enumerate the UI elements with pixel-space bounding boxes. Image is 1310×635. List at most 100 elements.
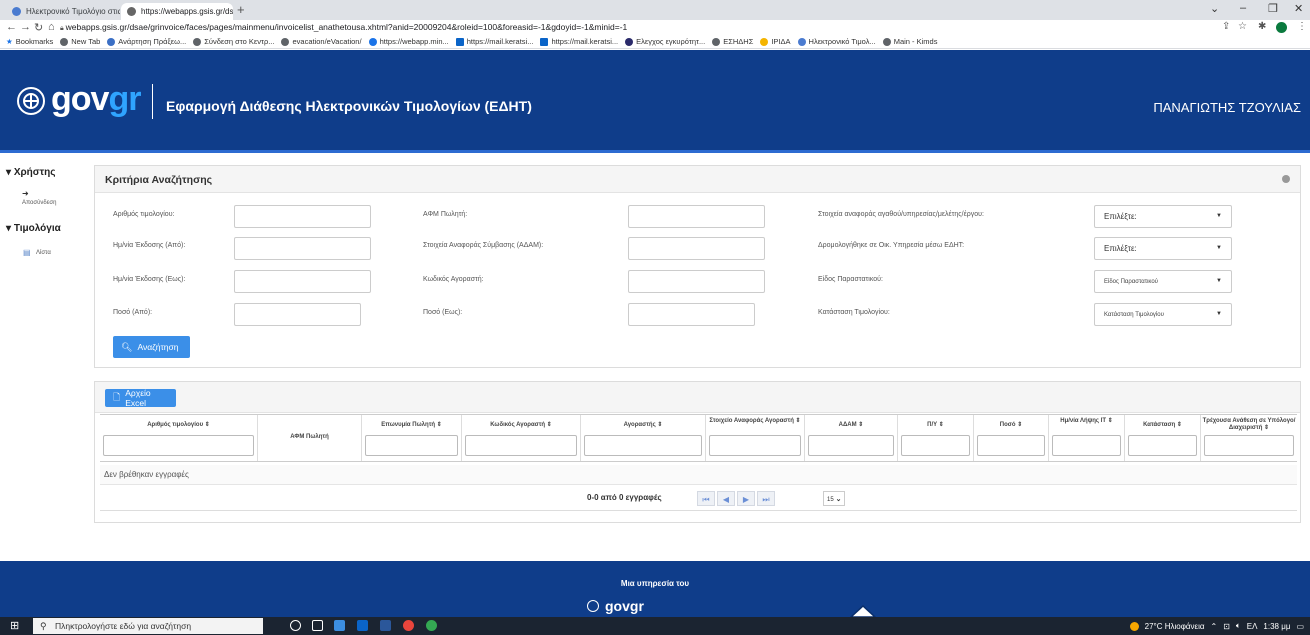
buyer-code-input[interactable] [628, 270, 765, 293]
url-input[interactable]: 🔒︎ webapps.gsis.gr/dsae/grinvoice/faces/… [60, 21, 920, 34]
col-seller-name[interactable]: Επωνυμία Πωλητή ⇕ [362, 415, 462, 461]
tab-webapps[interactable]: https://webapps.gsis.gr/dsae/gri ✕ [121, 3, 233, 20]
col-invoice-no[interactable]: Αριθμός τιμολογίου ⇕ [100, 415, 258, 461]
chrome-icon[interactable] [426, 620, 437, 631]
forward-icon[interactable]: → [20, 21, 31, 33]
amount-to-label: Ποσό (Εως): [423, 309, 463, 316]
weather-text[interactable]: 27°C Ηλιοφάνεια [1145, 622, 1205, 631]
window-close-button[interactable]: ✕ [1294, 2, 1303, 15]
bookmark-item[interactable]: https://mail.keratsi... [540, 37, 618, 46]
taskbar-search-input[interactable]: ⚲ Πληκτρολογήστε εδώ για αναζήτηση [33, 618, 263, 634]
filter-input[interactable] [584, 435, 702, 456]
share-icon[interactable]: ⇪ [1222, 21, 1230, 32]
filter-input[interactable] [808, 435, 894, 456]
bookmark-item[interactable]: https://webapp.min... [368, 37, 449, 46]
seller-afm-input[interactable] [628, 205, 765, 228]
menu-icon[interactable]: ⋮ [1297, 21, 1307, 32]
invoice-no-input[interactable] [234, 205, 371, 228]
bookmark-item[interactable]: Ηλεκτρονικό Τιμολ... [797, 37, 876, 46]
clock[interactable]: 1:38 μμ [1263, 622, 1290, 631]
back-icon[interactable]: ← [6, 21, 17, 33]
amount-to-input[interactable] [628, 303, 755, 326]
contract-ref-input[interactable] [628, 237, 765, 260]
notifications-icon[interactable]: ▭ [1296, 622, 1304, 631]
amount-from-input[interactable] [234, 303, 361, 326]
status-select[interactable]: Κατάσταση Τιμολογίου ▼ [1094, 303, 1232, 326]
sidebar-item-logout[interactable]: Αποσύνδεση [22, 200, 56, 206]
col-buyer-code[interactable]: Κωδικός Αγοραστή ⇕ [462, 415, 581, 461]
bookmark-item[interactable]: evacation/eVacation/ [281, 37, 362, 46]
windows-start-icon[interactable]: ⊞ [10, 619, 19, 632]
issue-to-input[interactable] [234, 270, 371, 293]
filter-input[interactable] [1204, 435, 1294, 456]
col-amount[interactable]: Ποσό ⇕ [974, 415, 1049, 461]
chevron-up-icon[interactable]: ⌃ [1211, 622, 1218, 631]
issue-from-input[interactable] [234, 237, 371, 260]
bookmark-item[interactable]: Main - Kimds [882, 37, 937, 46]
col-assignment[interactable]: Τρέχουσα Ανάθεση σε Υπόλογο/Διαχειριστή … [1201, 415, 1297, 461]
bookmark-item[interactable]: https://mail.keratsi... [455, 37, 533, 46]
task-view-icon[interactable] [312, 620, 323, 631]
doc-type-select[interactable]: Είδος Παραστατικού ▼ [1094, 270, 1232, 293]
col-adam[interactable]: ΑΔΑΜ ⇕ [805, 415, 898, 461]
filter-input[interactable] [1128, 435, 1197, 456]
excel-export-button[interactable]: 🗋 Αρχείο Excel [105, 388, 176, 408]
issue-from-label: Ημ/νία Έκδοσης (Από): [113, 242, 186, 249]
minimize-button[interactable]: – [1240, 2, 1246, 14]
word-icon[interactable] [380, 620, 391, 631]
bookmark-label: ΙΡΙΔΑ [771, 37, 791, 46]
col-buyer[interactable]: Αγοραστής ⇕ [581, 415, 706, 461]
first-page-button[interactable]: ⏮ [697, 491, 715, 506]
cortana-icon[interactable] [290, 620, 301, 631]
new-tab-button[interactable]: + [237, 2, 245, 17]
star-icon[interactable]: ☆ [1238, 21, 1247, 32]
bookmark-item[interactable]: Ανάρτηση Πράξεω... [107, 37, 186, 46]
network-icon[interactable]: ⊡ [1223, 622, 1230, 631]
chevron-down-icon[interactable]: ⌄ [1210, 2, 1219, 15]
filter-input[interactable] [365, 435, 458, 456]
col-budget[interactable]: Π/Υ ⇕ [898, 415, 974, 461]
footer-govgr-logo[interactable]: govgr [605, 598, 644, 614]
last-page-button[interactable]: ⏭ [757, 491, 775, 506]
bookmark-item[interactable]: ★ Bookmarks [6, 37, 53, 46]
reload-icon[interactable]: ↻ [34, 21, 43, 34]
app-title: Εφαρμογή Διάθεσης Ηλεκτρονικών Τιμολογίω… [166, 98, 532, 114]
extensions-icon[interactable]: ✱ [1258, 21, 1266, 32]
filter-input[interactable] [709, 435, 801, 456]
sidebar-section-user[interactable]: ▾ Χρήστης [6, 167, 55, 178]
col-buyer-ref[interactable]: Στοιχείο Αναφοράς Αγοραστή ⇕ [706, 415, 805, 461]
filter-input[interactable] [977, 435, 1045, 456]
chrome-icon[interactable] [403, 620, 414, 631]
volume-icon[interactable]: 🔈︎ [1236, 621, 1241, 631]
tab-einvoice[interactable]: Ηλεκτρονικό Τιμολόγιο στις Δημ ✕ [6, 3, 120, 20]
bookmark-item[interactable]: Σύνδεση στο Κεντρ... [193, 37, 274, 46]
item-ref-select[interactable]: Επιλέξτε: ▼ [1094, 205, 1232, 228]
sidebar-item-list[interactable]: Λίστα [36, 250, 51, 256]
gov-emblem-icon [17, 87, 45, 115]
bookmark-item[interactable]: ΙΡΙΔΑ [760, 37, 791, 46]
file-explorer-icon[interactable] [334, 620, 345, 631]
sidebar-section-invoices[interactable]: ▾ Τιμολόγια [6, 223, 61, 234]
bookmark-item[interactable]: Ελεγχος εγκυρότητ... [625, 37, 705, 46]
filter-input[interactable] [1052, 435, 1121, 456]
rows-per-page-select[interactable]: 15 ⌄ [823, 491, 845, 506]
filter-input[interactable] [103, 435, 254, 456]
collapse-icon[interactable] [1282, 175, 1290, 183]
col-status[interactable]: Κατάσταση ⇕ [1125, 415, 1201, 461]
col-receipt-date[interactable]: Ημ/νία Λήψης ΙΤ ⇕ [1049, 415, 1125, 461]
next-page-button[interactable]: ▶ [737, 491, 755, 506]
language-indicator[interactable]: ΕΛ [1247, 622, 1258, 631]
profile-avatar[interactable] [1276, 22, 1287, 33]
globe-icon [712, 37, 721, 46]
outlook-icon[interactable] [357, 620, 368, 631]
govgr-logo[interactable]: govgr [51, 80, 141, 119]
search-button[interactable]: 🔍︎ Αναζήτηση [113, 336, 190, 358]
prev-page-button[interactable]: ◀ [717, 491, 735, 506]
bookmark-item[interactable]: ΕΣΗΔΗΣ [712, 37, 753, 46]
filter-input[interactable] [901, 435, 970, 456]
restore-button[interactable]: ❐ [1268, 2, 1278, 15]
filter-input[interactable] [465, 435, 577, 456]
bookmark-item[interactable]: New Tab [60, 37, 100, 46]
routed-select[interactable]: Επιλέξτε: ▼ [1094, 237, 1232, 260]
home-icon[interactable]: ⌂ [48, 21, 55, 33]
